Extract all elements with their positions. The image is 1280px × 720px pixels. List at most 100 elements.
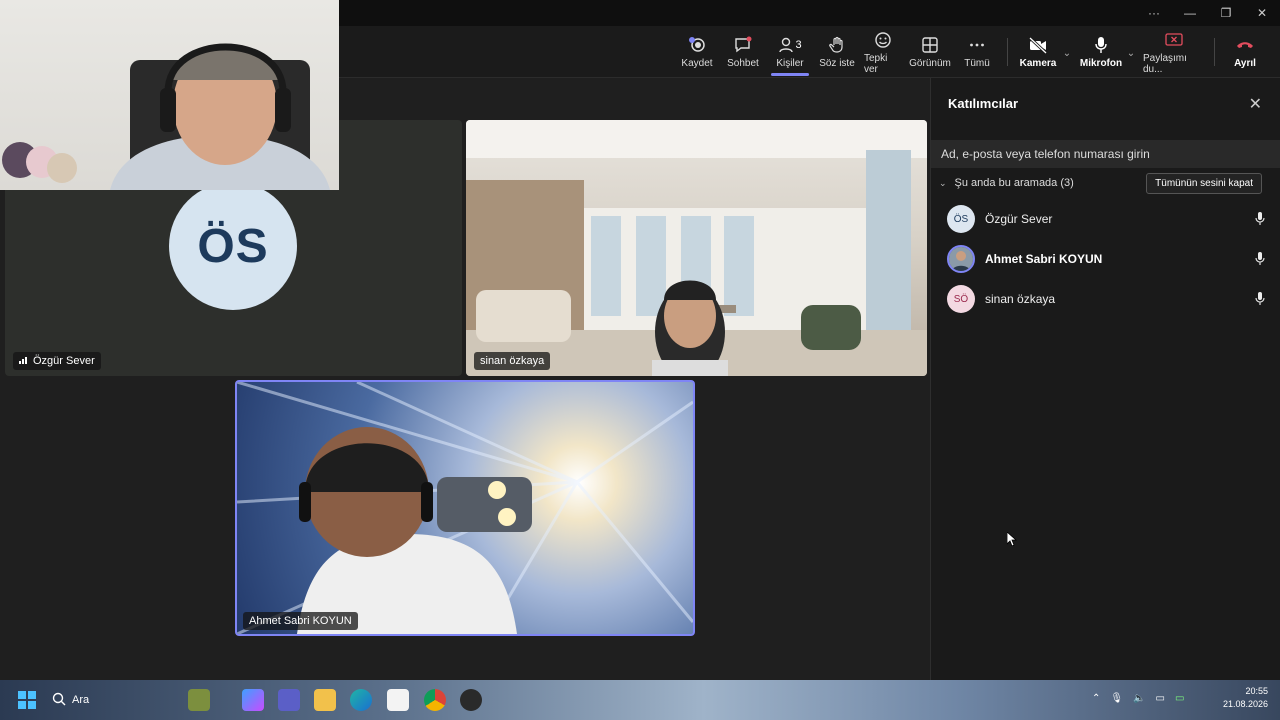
store-icon[interactable] xyxy=(387,689,409,711)
people-count: 3 xyxy=(795,39,802,51)
edge-browser-icon[interactable] xyxy=(350,689,372,711)
panel-title: Katılımcılar xyxy=(948,96,1019,111)
participant-row-ahmet[interactable]: Ahmet Sabri KOYUN xyxy=(947,243,1267,275)
more-actions-button[interactable]: Tümü xyxy=(963,26,991,78)
toolbar-separator xyxy=(1214,38,1215,66)
signal-bars-icon xyxy=(19,355,29,367)
in-call-group-header[interactable]: ⌄ Şu anda bu aramada (3) xyxy=(939,177,1074,189)
maximize-button[interactable]: ❐ xyxy=(1208,0,1244,26)
more-actions-label: Tümü xyxy=(964,58,990,69)
chevron-down-icon: ⌄ xyxy=(1062,47,1072,59)
network-icon[interactable]: ▭ xyxy=(1156,693,1165,704)
chat-label: Sohbet xyxy=(727,58,759,69)
copilot-icon[interactable] xyxy=(242,689,264,711)
taskbar-search[interactable]: Ara xyxy=(52,689,182,711)
chevron-up-icon[interactable]: ⌃ xyxy=(1092,693,1100,704)
camera-label: Kamera xyxy=(1019,58,1057,69)
microphone-tray-icon[interactable]: 🎙 xyxy=(1110,693,1123,704)
clock[interactable]: 20:55 21.08.2026 xyxy=(1223,685,1268,711)
mouse-cursor-icon xyxy=(1006,531,1018,551)
close-window-button[interactable]: ✕ xyxy=(1244,0,1280,26)
participant-row-ozgur[interactable]: ÖS Özgür Sever xyxy=(947,203,1267,235)
participant-name: Ahmet Sabri KOYUN xyxy=(249,615,352,627)
mute-all-button[interactable]: Tümünün sesini kapat xyxy=(1146,173,1262,194)
record-button[interactable]: Kaydet xyxy=(680,26,714,78)
video-stage: ÖS Özgür Sever sinan özkaya Ahmet Sabri … xyxy=(0,0,930,680)
chat-button[interactable]: Sohbet xyxy=(727,26,759,78)
microphone-button[interactable]: Mikrofon xyxy=(1080,26,1122,78)
avatar: ÖS xyxy=(169,182,297,310)
people-icon: 3 xyxy=(776,35,804,55)
microphone-icon xyxy=(1090,35,1112,55)
participant-name: sinan özkaya xyxy=(480,355,545,367)
participant-name: sinan özkaya xyxy=(985,292,1056,306)
clock-date: 21.08.2026 xyxy=(1222,699,1268,709)
self-view-camera-image xyxy=(2,43,330,190)
people-label: Kişiler xyxy=(776,58,804,69)
camera-button[interactable]: Kamera xyxy=(1019,26,1057,78)
stop-sharing-button[interactable]: Paylaşımı du... xyxy=(1143,26,1205,78)
view-label: Görünüm xyxy=(909,58,951,69)
minimize-button[interactable]: — xyxy=(1172,0,1208,26)
file-explorer-icon[interactable] xyxy=(314,689,336,711)
clock-time: 20:55 xyxy=(1245,686,1268,696)
chevron-down-icon: ⌄ xyxy=(1126,47,1136,59)
group-label: Şu anda bu aramada (3) xyxy=(954,177,1074,189)
share-label: Paylaşımı du... xyxy=(1143,52,1187,75)
avatar: SÖ xyxy=(947,285,975,313)
participant-row-sinan[interactable]: SÖ sinan özkaya xyxy=(947,283,1267,315)
people-button[interactable]: 3 Kişiler xyxy=(775,26,805,78)
search-label: Ara xyxy=(72,694,90,706)
chrome-browser-icon[interactable] xyxy=(424,689,446,711)
microphone-label: Mikrofon xyxy=(1079,58,1123,69)
hand-icon xyxy=(826,35,848,55)
video-tile-sinan[interactable]: sinan özkaya xyxy=(466,120,927,376)
close-panel-icon[interactable]: ✕ xyxy=(1249,94,1262,114)
record-label: Kaydet xyxy=(681,58,713,69)
speaker-icon[interactable]: 🔈 xyxy=(1133,693,1145,704)
windows-taskbar: Ara ⌃ 🎙 🔈 ▭ ▭ 20:55 21.08.2026 xyxy=(0,680,1280,720)
participant-name-tag: Özgür Sever xyxy=(13,352,101,370)
stop-share-icon xyxy=(1163,30,1185,50)
start-button[interactable] xyxy=(16,689,38,711)
raise-hand-button[interactable]: Söz iste xyxy=(819,26,855,78)
microphone-options-button[interactable]: ⌄ xyxy=(1125,26,1137,78)
avatar: ÖS xyxy=(947,205,975,233)
battery-icon[interactable]: ▭ xyxy=(1175,693,1184,704)
react-label: Tepki ver xyxy=(864,52,888,75)
raise-hand-label: Söz iste xyxy=(819,58,855,69)
people-active-indicator xyxy=(771,73,809,76)
ellipsis-icon xyxy=(966,35,988,55)
space-background-image xyxy=(237,382,693,634)
system-tray: ⌃ 🎙 🔈 ▭ ▭ xyxy=(1092,693,1184,704)
widgets-icon[interactable] xyxy=(188,689,210,711)
grid-view-icon xyxy=(919,35,941,55)
participant-search-input[interactable]: Ad, e-posta veya telefon numarası girin xyxy=(931,140,1280,168)
record-icon xyxy=(686,35,708,55)
participant-name: Özgür Sever xyxy=(985,212,1053,226)
leave-button[interactable]: Ayrıl xyxy=(1229,26,1261,78)
smiley-icon xyxy=(872,30,894,50)
office-background-image xyxy=(466,120,927,376)
toolbar-separator xyxy=(1007,38,1008,66)
profile-photo-icon xyxy=(949,247,973,271)
camera-off-icon xyxy=(1027,35,1049,55)
microphone-icon xyxy=(1253,251,1267,267)
teams-icon[interactable] xyxy=(278,689,300,711)
react-button[interactable]: Tepki ver xyxy=(864,26,902,78)
participant-name: Ahmet Sabri KOYUN xyxy=(985,252,1103,266)
chat-icon xyxy=(732,35,754,55)
more-options-icon[interactable]: ··· xyxy=(1136,0,1172,26)
microphone-icon xyxy=(1253,211,1267,227)
camera-options-button[interactable]: ⌄ xyxy=(1061,26,1073,78)
participant-name-tag: sinan özkaya xyxy=(474,352,551,370)
windows-logo-icon xyxy=(18,691,36,709)
participant-name-tag: Ahmet Sabri KOYUN xyxy=(243,612,358,630)
self-view-video[interactable] xyxy=(0,0,339,190)
search-icon xyxy=(52,692,66,709)
obs-icon[interactable] xyxy=(460,689,482,711)
avatar xyxy=(947,245,975,273)
view-button[interactable]: Görünüm xyxy=(909,26,951,78)
video-tile-ahmet[interactable]: Ahmet Sabri KOYUN xyxy=(235,380,695,636)
leave-label: Ayrıl xyxy=(1234,58,1256,69)
